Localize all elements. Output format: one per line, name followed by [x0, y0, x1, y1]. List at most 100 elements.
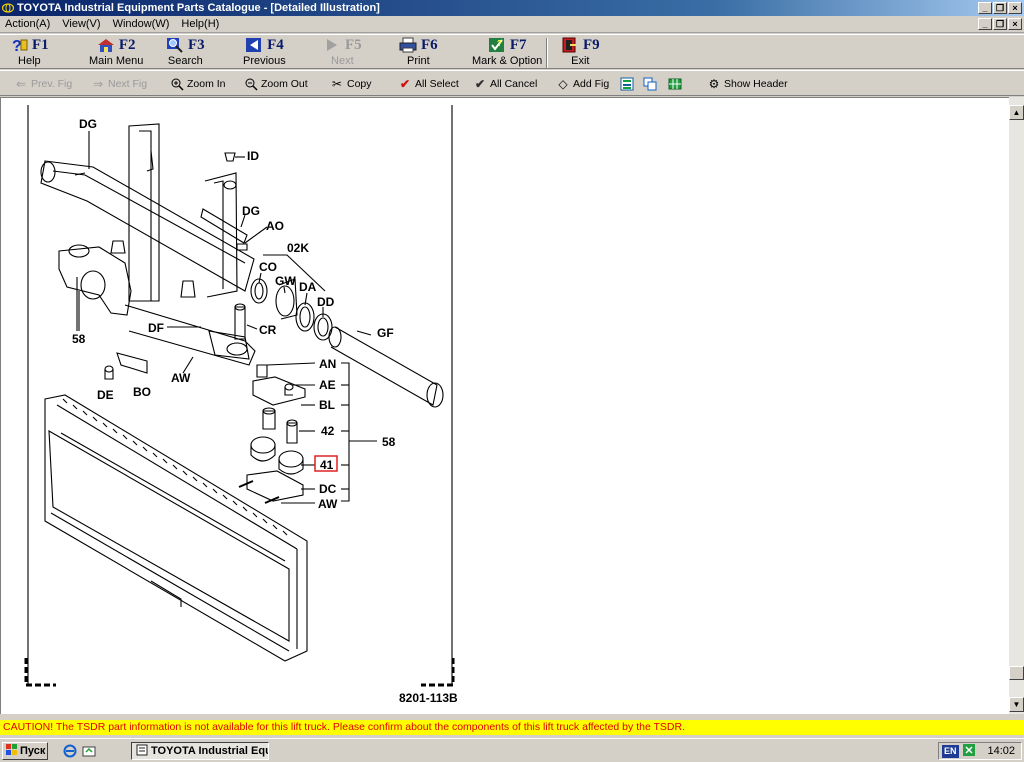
add-fig-icon: ◇	[558, 77, 568, 91]
function-key-toolbar: ? F1 Help F2 Main Menu F3 Search F4 Prev…	[0, 34, 1024, 69]
callout-id[interactable]: ID	[247, 149, 259, 163]
taskbar-app-button[interactable]: TOYOTA Industrial Equ...	[131, 742, 269, 760]
illustration-toolbar: ⇐ Prev. Fig ⇒ Next Fig Zoom In Zoom Out …	[0, 70, 1024, 96]
copy-button[interactable]: ✂ Copy	[330, 75, 372, 93]
catalogue-app-icon	[136, 744, 148, 759]
f5-next-button[interactable]: F5 Next	[323, 36, 362, 69]
callout-bl[interactable]: BL	[319, 398, 335, 412]
internet-explorer-icon[interactable]	[62, 743, 78, 759]
menu-help[interactable]: Help(H)	[180, 18, 220, 30]
previous-icon	[245, 37, 263, 53]
search-icon	[166, 37, 184, 53]
callout-an[interactable]: AN	[319, 357, 336, 371]
child-close-button[interactable]: ×	[1008, 18, 1022, 30]
show-header-button[interactable]: ⚙ Show Header	[707, 75, 788, 93]
f6-print-button[interactable]: F6 Print	[399, 36, 438, 69]
main-menu-icon	[97, 37, 115, 53]
callout-dc[interactable]: DC	[319, 482, 337, 496]
prev-fig-icon: ⇐	[15, 77, 27, 91]
next-fig-icon: ⇒	[92, 77, 104, 91]
cascade-view-icon	[643, 77, 657, 91]
f9-exit-button[interactable]: F9 Exit	[561, 36, 600, 69]
f1-help-button[interactable]: ? F1 Help	[10, 36, 49, 69]
menu-window[interactable]: Window(W)	[112, 18, 171, 30]
child-minimize-button[interactable]: _	[978, 18, 992, 30]
all-cancel-button[interactable]: ✔ All Cancel	[473, 75, 537, 93]
grid-view-icon	[668, 77, 682, 91]
menu-view[interactable]: View(V)	[61, 18, 101, 30]
callout-dg-mid[interactable]: DG	[242, 204, 260, 218]
exit-icon	[561, 37, 579, 53]
callout-da[interactable]: DA	[299, 280, 317, 294]
child-restore-button[interactable]: ❐	[993, 18, 1007, 30]
callout-df[interactable]: DF	[148, 321, 164, 335]
close-button[interactable]: ×	[1008, 2, 1022, 14]
taskbar: Пуск TOYOTA Industrial Equ... EN 14:02	[0, 738, 1024, 762]
scroll-thumb[interactable]	[1009, 666, 1024, 680]
add-fig-button[interactable]: ◇ Add Fig	[556, 75, 609, 93]
scroll-down-arrow[interactable]: ▼	[1009, 697, 1024, 712]
title-bar: TOYOTA Industrial Equipment Parts Catalo…	[0, 0, 1024, 16]
callout-ae[interactable]: AE	[319, 378, 336, 392]
svg-text:?: ?	[497, 39, 502, 48]
zoom-in-icon	[170, 77, 184, 91]
toyota-logo-icon	[1, 1, 15, 15]
application-window: TOYOTA Industrial Equipment Parts Catalo…	[0, 0, 1024, 762]
minimize-button[interactable]: _	[978, 2, 992, 14]
callout-02k[interactable]: 02K	[287, 241, 309, 255]
tile-view-button[interactable]	[620, 75, 634, 93]
f7-mark-option-button[interactable]: ? F7 Mark & Option	[472, 36, 542, 69]
vertical-scrollbar[interactable]: ▲ ▼	[1009, 97, 1024, 714]
zoom-out-button[interactable]: Zoom Out	[244, 75, 308, 93]
f3-search-button[interactable]: F3 Search	[166, 36, 205, 69]
checkmark-icon: ✔	[399, 77, 411, 91]
print-icon	[399, 37, 417, 53]
scroll-up-arrow[interactable]: ▲	[1009, 105, 1024, 120]
grid-view-button[interactable]	[668, 75, 682, 93]
language-indicator[interactable]: EN	[942, 744, 959, 758]
callout-dg-top[interactable]: DG	[79, 117, 97, 131]
cascade-view-button[interactable]	[643, 75, 657, 93]
window-title: TOYOTA Industrial Equipment Parts Catalo…	[17, 2, 380, 14]
callout-aw-left[interactable]: AW	[171, 371, 191, 385]
system-tray: EN 14:02	[938, 742, 1022, 760]
figure-number: 8201-113B	[399, 691, 458, 705]
callout-bo[interactable]: BO	[133, 385, 151, 399]
zoom-in-button[interactable]: Zoom In	[170, 75, 226, 93]
callout-gw[interactable]: GW	[275, 274, 296, 288]
copy-icon: ✂	[331, 77, 343, 91]
f4-previous-button[interactable]: F4 Previous	[243, 36, 286, 69]
show-desktop-icon[interactable]	[81, 743, 97, 759]
callout-cr[interactable]: CR	[259, 323, 277, 337]
callout-dd[interactable]: DD	[317, 295, 335, 309]
callout-58-right[interactable]: 58	[382, 435, 396, 449]
toolbar-separator	[546, 38, 548, 68]
menu-bar: Action(A) View(V) Window(W) Help(H) _ ❐ …	[0, 16, 1024, 33]
cancel-check-icon: ✔	[474, 77, 486, 91]
show-header-icon: ⚙	[708, 77, 720, 91]
callout-41[interactable]: 41	[320, 458, 334, 472]
next-icon	[323, 37, 341, 53]
parts-illustration[interactable]: DG ID DG AO 02K CO GW DA DD GF CR DF 58 …	[1, 98, 1009, 714]
callout-42[interactable]: 42	[321, 424, 335, 438]
zoom-out-icon	[244, 77, 258, 91]
mark-icon: ?	[488, 37, 506, 53]
restore-button[interactable]: ❐	[993, 2, 1007, 14]
callout-gf[interactable]: GF	[377, 326, 394, 340]
help-icon: ?	[10, 37, 28, 53]
all-select-button[interactable]: ✔ All Select	[398, 75, 459, 93]
callout-co[interactable]: CO	[259, 260, 277, 274]
prev-fig-button[interactable]: ⇐ Prev. Fig	[14, 75, 72, 93]
menu-action[interactable]: Action(A)	[4, 18, 51, 30]
f2-main-menu-button[interactable]: F2 Main Menu	[89, 36, 143, 69]
next-fig-button[interactable]: ⇒ Next Fig	[91, 75, 147, 93]
callout-de[interactable]: DE	[97, 388, 114, 402]
illustration-viewport[interactable]: DG ID DG AO 02K CO GW DA DD GF CR DF 58 …	[0, 97, 1009, 714]
callout-58-left[interactable]: 58	[72, 332, 86, 346]
callout-aw-right[interactable]: AW	[318, 497, 338, 511]
network-icon[interactable]	[962, 743, 976, 760]
caution-message: CAUTION! The TSDR part information is no…	[0, 720, 1024, 735]
callout-ao[interactable]: AO	[266, 219, 284, 233]
start-button[interactable]: Пуск	[2, 742, 48, 760]
clock: 14:02	[987, 745, 1015, 757]
